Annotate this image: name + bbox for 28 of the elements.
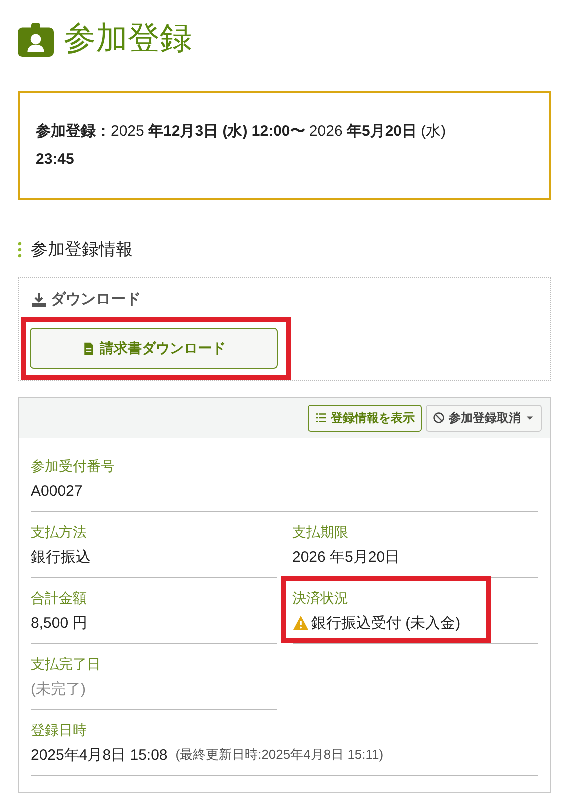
download-icon (31, 292, 47, 308)
field-value: A00027 (31, 482, 83, 500)
cancel-registration-button[interactable]: 参加登録取消 (426, 404, 542, 432)
field-note: (最終更新日時:2025年4月8日 15:11) (176, 746, 384, 764)
warning-icon (292, 615, 308, 631)
field-label: 合計金額 (31, 590, 87, 608)
page-title: 参加登録 (64, 19, 192, 58)
registration-period: 参加登録：2025 年12月3日 (水) 12:00〜 2026 年5月20日 (水) 23:45 (36, 122, 448, 170)
field-value: 2025年4月8日 15:08 (31, 746, 168, 764)
field-value: 2026 年5月20日 (292, 548, 400, 566)
field-label: 支払方法 (31, 524, 87, 542)
field-value: (未完了) (31, 680, 86, 698)
field-label: 登録日時 (31, 722, 87, 740)
ban-icon (433, 412, 445, 424)
document-icon (82, 342, 96, 356)
field-value: 8,500 円 (31, 614, 88, 632)
section-title: 参加登録情報 (31, 239, 133, 261)
invoice-download-button[interactable]: 請求書ダウンロード (30, 328, 278, 369)
field-value: 銀行振込 (31, 548, 91, 566)
list-icon (315, 412, 327, 424)
show-info-button[interactable]: 登録情報を表示 (308, 404, 422, 432)
field-label: 決済状況 (292, 590, 348, 608)
field-value: 銀行振込受付 (未入金) (312, 614, 461, 632)
field-label: 支払期限 (292, 524, 348, 542)
id-badge-icon (18, 21, 54, 57)
field-label: 参加受付番号 (31, 458, 115, 476)
download-title: ダウンロード (51, 290, 141, 309)
field-label: 支払完了日 (31, 656, 101, 674)
